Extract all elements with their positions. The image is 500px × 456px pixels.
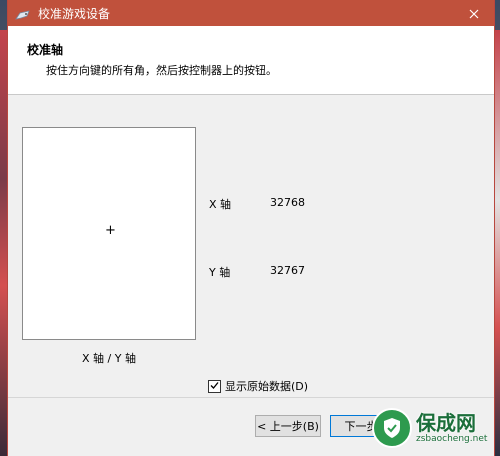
x-axis-label: X 轴 <box>209 198 232 211</box>
page-title: 校准轴 <box>27 43 64 57</box>
y-axis-value: 32767 <box>270 264 305 277</box>
page-instructions: 按住方向键的所有角，然后按控制器上的按钮。 <box>46 64 277 77</box>
x-axis-value: 32768 <box>270 196 305 209</box>
watermark-brand: 保成网 <box>416 411 476 435</box>
back-button[interactable]: < 上一步(B) <box>255 415 321 437</box>
close-icon <box>469 4 479 23</box>
calibration-dialog: 校准游戏设备 校准轴 按住方向键的所有角，然后按控制器上的按钮。 + X 轴 /… <box>7 0 495 456</box>
dialog-header: 校准轴 按住方向键的所有角，然后按控制器上的按钮。 <box>8 26 494 95</box>
y-axis-label: Y 轴 <box>209 266 231 279</box>
site-watermark: 保成网 zsbaocheng.net <box>372 400 494 456</box>
show-raw-data-option[interactable]: 显示原始数据(D) <box>208 378 308 394</box>
show-raw-data-checkbox[interactable] <box>208 379 221 393</box>
crosshair-marker: + <box>105 223 116 238</box>
plot-caption: X 轴 / Y 轴 <box>82 352 136 365</box>
watermark-url: zsbaocheng.net <box>416 434 488 444</box>
axis-position-plot: + <box>22 127 196 340</box>
checkmark-icon <box>210 380 219 393</box>
shield-check-icon <box>372 408 412 448</box>
show-raw-data-label: 显示原始数据(D) <box>225 380 309 393</box>
footer-divider <box>8 397 494 398</box>
title-bar[interactable]: 校准游戏设备 <box>8 0 494 26</box>
close-button[interactable] <box>454 0 494 26</box>
game-controller-icon <box>15 7 31 20</box>
window-title: 校准游戏设备 <box>38 7 111 21</box>
